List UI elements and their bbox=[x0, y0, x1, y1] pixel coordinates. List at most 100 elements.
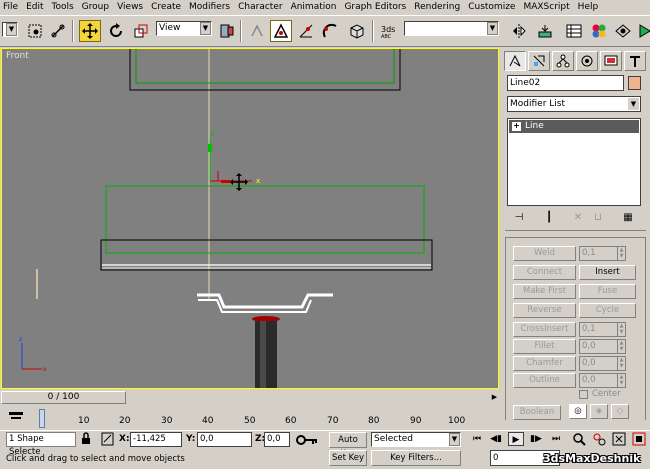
make-unique-icon[interactable]: ✕ bbox=[570, 210, 586, 226]
crossinsert-spinner[interactable]: 0,1 ▲ ▼ bbox=[579, 322, 626, 337]
absolute-mode-icon[interactable] bbox=[101, 432, 115, 447]
quick-render-icon[interactable] bbox=[634, 20, 650, 42]
spinner-snap-icon[interactable] bbox=[346, 20, 368, 42]
align-icon[interactable] bbox=[534, 20, 556, 42]
cycle-button[interactable]: Cycle bbox=[579, 303, 636, 318]
connect-button[interactable]: Connect bbox=[513, 265, 576, 280]
configure-modifier-sets-icon[interactable]: ▦ bbox=[620, 210, 636, 226]
menu-graph-editors[interactable]: Graph Editors bbox=[340, 0, 410, 15]
boolean-subtract-icon[interactable]: ◈ bbox=[590, 404, 608, 419]
go-to-start-icon[interactable]: ⏮ bbox=[469, 432, 485, 446]
auto-key-button[interactable]: Auto Key bbox=[329, 432, 367, 459]
y-coord-field[interactable]: 0,0 bbox=[197, 432, 252, 447]
remove-modifier-icon[interactable]: ⊔ bbox=[590, 210, 606, 226]
menu-views[interactable]: Views bbox=[113, 0, 147, 15]
toolbar-dropdown[interactable]: ▼ bbox=[2, 22, 18, 37]
zoom-all-icon[interactable] bbox=[592, 432, 606, 446]
mirror-icon[interactable] bbox=[508, 20, 530, 42]
fillet-button[interactable]: Fillet bbox=[513, 339, 576, 354]
front-viewport[interactable]: Front y x z x bbox=[1, 48, 499, 389]
object-name-field[interactable]: Line02 bbox=[507, 75, 624, 91]
select-manipulate-icon[interactable] bbox=[246, 20, 268, 42]
outline-button[interactable]: Outline bbox=[513, 373, 576, 388]
utilities-tab-icon[interactable] bbox=[624, 51, 646, 71]
menu-create[interactable]: Create bbox=[147, 0, 185, 15]
menu-tools[interactable]: Tools bbox=[48, 0, 78, 15]
motion-tab-icon[interactable] bbox=[576, 51, 598, 71]
go-to-end-icon[interactable]: ⏭ bbox=[548, 432, 564, 446]
select-link-icon[interactable] bbox=[47, 20, 69, 42]
menu-edit[interactable]: Edit bbox=[22, 0, 47, 15]
zoom-icon[interactable] bbox=[572, 432, 586, 446]
menu-rendering[interactable]: Rendering bbox=[410, 0, 464, 15]
move-icon[interactable] bbox=[79, 20, 101, 42]
reference-coord-combo[interactable]: View ▼ bbox=[156, 21, 212, 36]
key-icon[interactable] bbox=[296, 434, 318, 448]
show-end-result-icon[interactable]: ┃ bbox=[541, 210, 557, 226]
time-cursor[interactable] bbox=[39, 409, 45, 428]
menu-animation[interactable]: Animation bbox=[287, 0, 341, 15]
insert-button[interactable]: Insert bbox=[579, 265, 636, 280]
trackbar-menu-icon[interactable] bbox=[8, 409, 24, 425]
weld-button[interactable]: Weld bbox=[513, 246, 576, 261]
menu-file[interactable]: File bbox=[0, 0, 22, 15]
select-region-icon[interactable] bbox=[24, 20, 46, 42]
hierarchy-tab-icon[interactable] bbox=[552, 51, 574, 71]
pivot-center-icon[interactable] bbox=[216, 20, 238, 42]
snap-icon[interactable] bbox=[270, 20, 292, 42]
boolean-union-icon[interactable]: ◎ bbox=[569, 404, 587, 419]
set-key-button[interactable]: Set Key bbox=[329, 450, 367, 466]
menu-character[interactable]: Character bbox=[234, 0, 286, 15]
crossinsert-button[interactable]: CrossInsert bbox=[513, 322, 576, 337]
menu-customize[interactable]: Customize bbox=[464, 0, 519, 15]
edit-named-selection-icon[interactable]: 3ds ABC bbox=[379, 20, 401, 42]
key-mode-combo[interactable]: Selected ▼ bbox=[371, 432, 461, 447]
menu-modifiers[interactable]: Modifiers bbox=[185, 0, 234, 15]
spinner-arrows-icon[interactable]: ▲ ▼ bbox=[617, 247, 625, 260]
center-checkbox[interactable] bbox=[579, 390, 588, 399]
spinner-arrows-icon[interactable]: ▲ ▼ bbox=[617, 340, 625, 353]
spinner-arrows-icon[interactable]: ▲ ▼ bbox=[617, 374, 625, 387]
stack-item-line[interactable]: + Line bbox=[509, 120, 639, 133]
fuse-button[interactable]: Fuse bbox=[579, 284, 636, 299]
weld-threshold-spinner[interactable]: 0,1 ▲ ▼ bbox=[579, 246, 626, 261]
track-view-icon[interactable] bbox=[563, 20, 585, 42]
material-editor-icon[interactable] bbox=[588, 20, 610, 42]
object-color-swatch[interactable] bbox=[628, 76, 641, 90]
reverse-button[interactable]: Reverse bbox=[513, 303, 576, 318]
outline-spinner[interactable]: 0,0 ▲ ▼ bbox=[579, 373, 626, 388]
spinner-arrows-icon[interactable]: ▲ ▼ bbox=[617, 357, 625, 370]
rotate-icon[interactable] bbox=[105, 20, 127, 42]
create-tab-icon[interactable] bbox=[504, 51, 526, 71]
x-coord-field[interactable]: -11,425 bbox=[130, 432, 182, 447]
z-coord-field[interactable]: 0,0 bbox=[264, 432, 290, 447]
modifier-list-combo[interactable]: Modifier List ▼ bbox=[507, 96, 641, 112]
display-tab-icon[interactable] bbox=[600, 51, 622, 71]
fillet-spinner[interactable]: 0,0 ▲ ▼ bbox=[579, 339, 626, 354]
zoom-extents-all-icon[interactable] bbox=[632, 432, 646, 446]
spinner-arrows-icon[interactable]: ▲ ▼ bbox=[617, 323, 625, 336]
make-first-button[interactable]: Make First bbox=[513, 284, 576, 299]
boolean-intersect-icon[interactable]: ◇ bbox=[611, 404, 629, 419]
menu-group[interactable]: Group bbox=[78, 0, 113, 15]
key-filters-button[interactable]: Key Filters... bbox=[371, 450, 461, 466]
zoom-extents-icon[interactable] bbox=[612, 432, 626, 446]
time-slider[interactable]: 0 / 100 bbox=[1, 391, 126, 404]
lock-selection-icon[interactable] bbox=[81, 432, 91, 446]
chamfer-spinner[interactable]: 0,0 ▲ ▼ bbox=[579, 356, 626, 371]
menu-help[interactable]: Help bbox=[574, 0, 603, 15]
menu-maxscript[interactable]: MAXScript bbox=[519, 0, 573, 15]
scale-icon[interactable] bbox=[130, 20, 152, 42]
render-scene-icon[interactable] bbox=[612, 20, 634, 42]
next-frame-icon[interactable]: ▮▶ bbox=[528, 432, 544, 446]
play-icon[interactable]: ▶ bbox=[508, 432, 524, 446]
named-selection-set-combo[interactable]: ▼ bbox=[404, 21, 499, 36]
modify-tab-icon[interactable] bbox=[528, 51, 550, 71]
expand-icon[interactable]: + bbox=[512, 122, 521, 131]
time-slider-next-icon[interactable]: ▶ bbox=[490, 391, 499, 404]
chamfer-button[interactable]: Chamfer bbox=[513, 356, 576, 371]
boolean-button[interactable]: Boolean bbox=[513, 405, 561, 420]
percent-snap-icon[interactable] bbox=[319, 20, 341, 42]
previous-frame-icon[interactable]: ◀▮ bbox=[488, 432, 504, 446]
angle-snap-icon[interactable] bbox=[295, 20, 317, 42]
